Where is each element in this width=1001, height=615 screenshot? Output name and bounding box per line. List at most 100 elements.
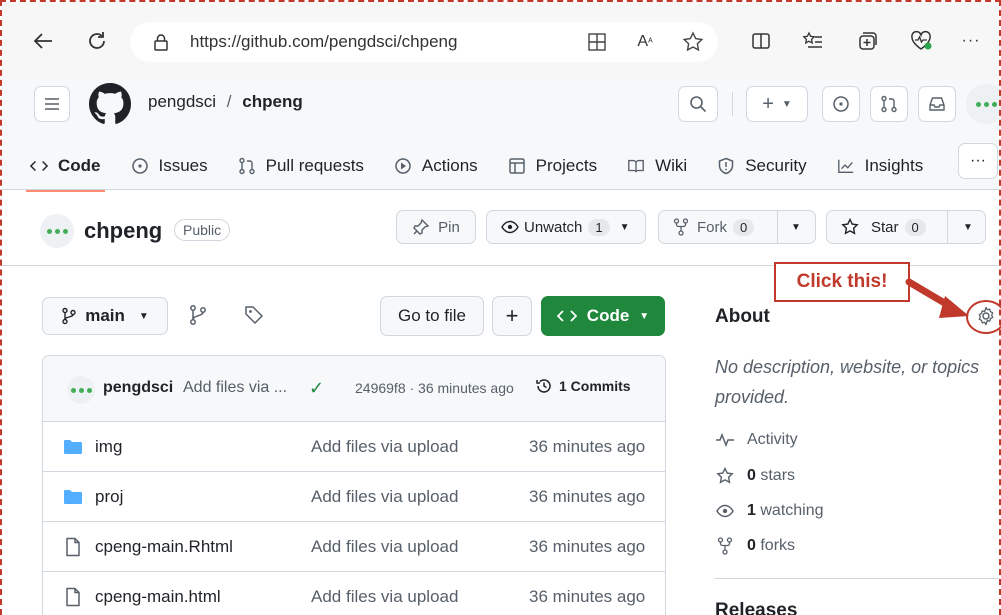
watch-count: 1 bbox=[588, 218, 610, 236]
plus-label: + bbox=[762, 92, 774, 115]
pin-icon bbox=[413, 218, 430, 235]
about-description: No description, website, or topics provi… bbox=[715, 357, 980, 407]
eye-icon bbox=[501, 220, 519, 234]
forks-link[interactable]: 0 forks bbox=[715, 536, 795, 556]
tab-wiki[interactable]: Wiki bbox=[627, 146, 687, 186]
go-to-file-button[interactable]: Go to file bbox=[380, 296, 484, 336]
user-avatar[interactable] bbox=[966, 84, 1001, 124]
callout-arrow-icon bbox=[905, 278, 969, 318]
repo-tabs: Code Issues Pull requests Actions Projec… bbox=[26, 146, 953, 192]
breadcrumb-owner[interactable]: pengdsci bbox=[148, 92, 216, 111]
read-aloud-icon[interactable]: Aᴬ bbox=[630, 27, 660, 57]
tab-insights[interactable]: Insights bbox=[837, 146, 923, 186]
file-commit-message[interactable]: Add files via upload bbox=[311, 537, 458, 557]
commit-message[interactable]: Add files via ... bbox=[183, 379, 287, 397]
inbox-button[interactable] bbox=[918, 86, 956, 122]
releases-heading[interactable]: Releases bbox=[715, 600, 797, 615]
tab-projects[interactable]: Projects bbox=[508, 146, 597, 186]
file-row-html[interactable]: cpeng-main.html Add files via upload 36 … bbox=[43, 572, 665, 615]
fork-button[interactable]: Fork 0 ▼ bbox=[658, 210, 816, 244]
grid-app-icon[interactable] bbox=[582, 27, 612, 57]
file-name[interactable]: img bbox=[95, 437, 122, 457]
watching-link[interactable]: 1 watching bbox=[715, 501, 824, 521]
tag-icon[interactable] bbox=[244, 305, 268, 329]
github-logo-icon[interactable] bbox=[89, 83, 131, 125]
pull-requests-button[interactable] bbox=[870, 86, 908, 122]
graph-icon bbox=[837, 157, 855, 175]
file-time: 36 minutes ago bbox=[529, 487, 646, 506]
star-icon bbox=[841, 218, 859, 235]
history-icon bbox=[536, 379, 551, 393]
pin-button[interactable]: Pin bbox=[396, 210, 476, 244]
file-commit-message[interactable]: Add files via upload bbox=[311, 437, 458, 457]
fork-label: Fork bbox=[697, 218, 727, 236]
commits-link[interactable]: 1 Commits bbox=[535, 377, 631, 395]
file-commit-message[interactable]: Add files via upload bbox=[311, 587, 458, 607]
branch-name: main bbox=[85, 306, 125, 325]
tabs-more-button[interactable]: ··· bbox=[958, 143, 998, 179]
back-arrow-icon[interactable] bbox=[28, 26, 58, 56]
commit-hash-time[interactable]: 24969f8 · 36 minutes ago bbox=[355, 380, 514, 396]
file-row-proj[interactable]: proj Add files via upload 36 minutes ago bbox=[43, 472, 665, 522]
branch-selector[interactable]: main ▼ bbox=[42, 297, 168, 335]
tab-code-label: Code bbox=[58, 156, 101, 175]
file-row-rhtml[interactable]: cpeng-main.Rhtml Add files via upload 36… bbox=[43, 522, 665, 572]
code-icon bbox=[556, 310, 577, 322]
book-icon bbox=[627, 157, 645, 175]
issue-icon bbox=[131, 157, 149, 175]
stars-link[interactable]: 0 stars bbox=[715, 466, 795, 486]
commit-author[interactable]: pengdsci bbox=[103, 379, 173, 397]
table-icon bbox=[508, 157, 526, 175]
code-icon bbox=[30, 157, 48, 175]
repo-name[interactable]: chpeng bbox=[84, 218, 162, 244]
unwatch-button[interactable]: Unwatch 1 ▼ bbox=[486, 210, 646, 244]
unwatch-label: Unwatch bbox=[524, 218, 583, 236]
more-options-icon[interactable]: ··· bbox=[956, 26, 986, 56]
favorites-list-icon[interactable] bbox=[798, 26, 828, 56]
tab-security[interactable]: Security bbox=[717, 146, 807, 186]
code-dropdown-button[interactable]: Code ▼ bbox=[541, 296, 665, 336]
add-file-button[interactable]: + bbox=[492, 296, 532, 336]
stars-count: 0 bbox=[747, 467, 756, 484]
refresh-icon[interactable] bbox=[82, 26, 112, 56]
tab-code[interactable]: Code bbox=[26, 146, 104, 192]
split-screen-icon[interactable] bbox=[746, 26, 776, 56]
file-name[interactable]: proj bbox=[95, 487, 123, 507]
file-time: 36 minutes ago bbox=[529, 537, 646, 556]
file-row-img[interactable]: img Add files via upload 36 minutes ago bbox=[43, 422, 665, 472]
file-name[interactable]: cpeng-main.Rhtml bbox=[95, 537, 233, 557]
collections-icon[interactable] bbox=[852, 26, 882, 56]
pin-label: Pin bbox=[438, 218, 460, 236]
star-button[interactable]: Star 0 ▼ bbox=[826, 210, 986, 244]
tab-issues[interactable]: Issues bbox=[131, 146, 208, 186]
tab-issues-label: Issues bbox=[158, 156, 208, 175]
pulse-icon bbox=[715, 430, 735, 450]
callout-label: Click this! bbox=[774, 262, 910, 302]
tab-actions[interactable]: Actions bbox=[394, 146, 478, 186]
pull-request-icon bbox=[881, 95, 897, 113]
favorite-star-icon[interactable] bbox=[678, 27, 708, 57]
kebab-icon: ··· bbox=[970, 152, 986, 169]
file-name[interactable]: cpeng-main.html bbox=[95, 587, 221, 607]
hamburger-menu-icon[interactable] bbox=[34, 86, 70, 122]
create-new-button[interactable]: + ▼ bbox=[746, 86, 808, 122]
sidebar-divider bbox=[715, 578, 999, 579]
search-button[interactable] bbox=[678, 86, 718, 122]
tab-pull-requests[interactable]: Pull requests bbox=[238, 146, 364, 186]
check-icon: ✓ bbox=[309, 378, 325, 398]
file-time: 36 minutes ago bbox=[529, 587, 646, 606]
issue-icon bbox=[833, 96, 849, 112]
forks-label: forks bbox=[760, 537, 796, 554]
branches-icon[interactable] bbox=[188, 304, 212, 328]
caret-down-icon: ▼ bbox=[619, 221, 630, 233]
button-divider bbox=[947, 211, 948, 243]
star-icon bbox=[715, 466, 735, 486]
url-text: https://github.com/pengdsci/chpeng bbox=[190, 32, 458, 51]
activity-link[interactable]: Activity bbox=[715, 430, 798, 450]
issues-button[interactable] bbox=[822, 86, 860, 122]
browser-essentials-icon[interactable] bbox=[906, 26, 936, 56]
play-icon bbox=[394, 157, 412, 175]
address-bar[interactable]: https://github.com/pengdsci/chpeng Aᴬ bbox=[130, 22, 718, 62]
breadcrumb-repo[interactable]: chpeng bbox=[242, 92, 302, 111]
file-commit-message[interactable]: Add files via upload bbox=[311, 487, 458, 507]
